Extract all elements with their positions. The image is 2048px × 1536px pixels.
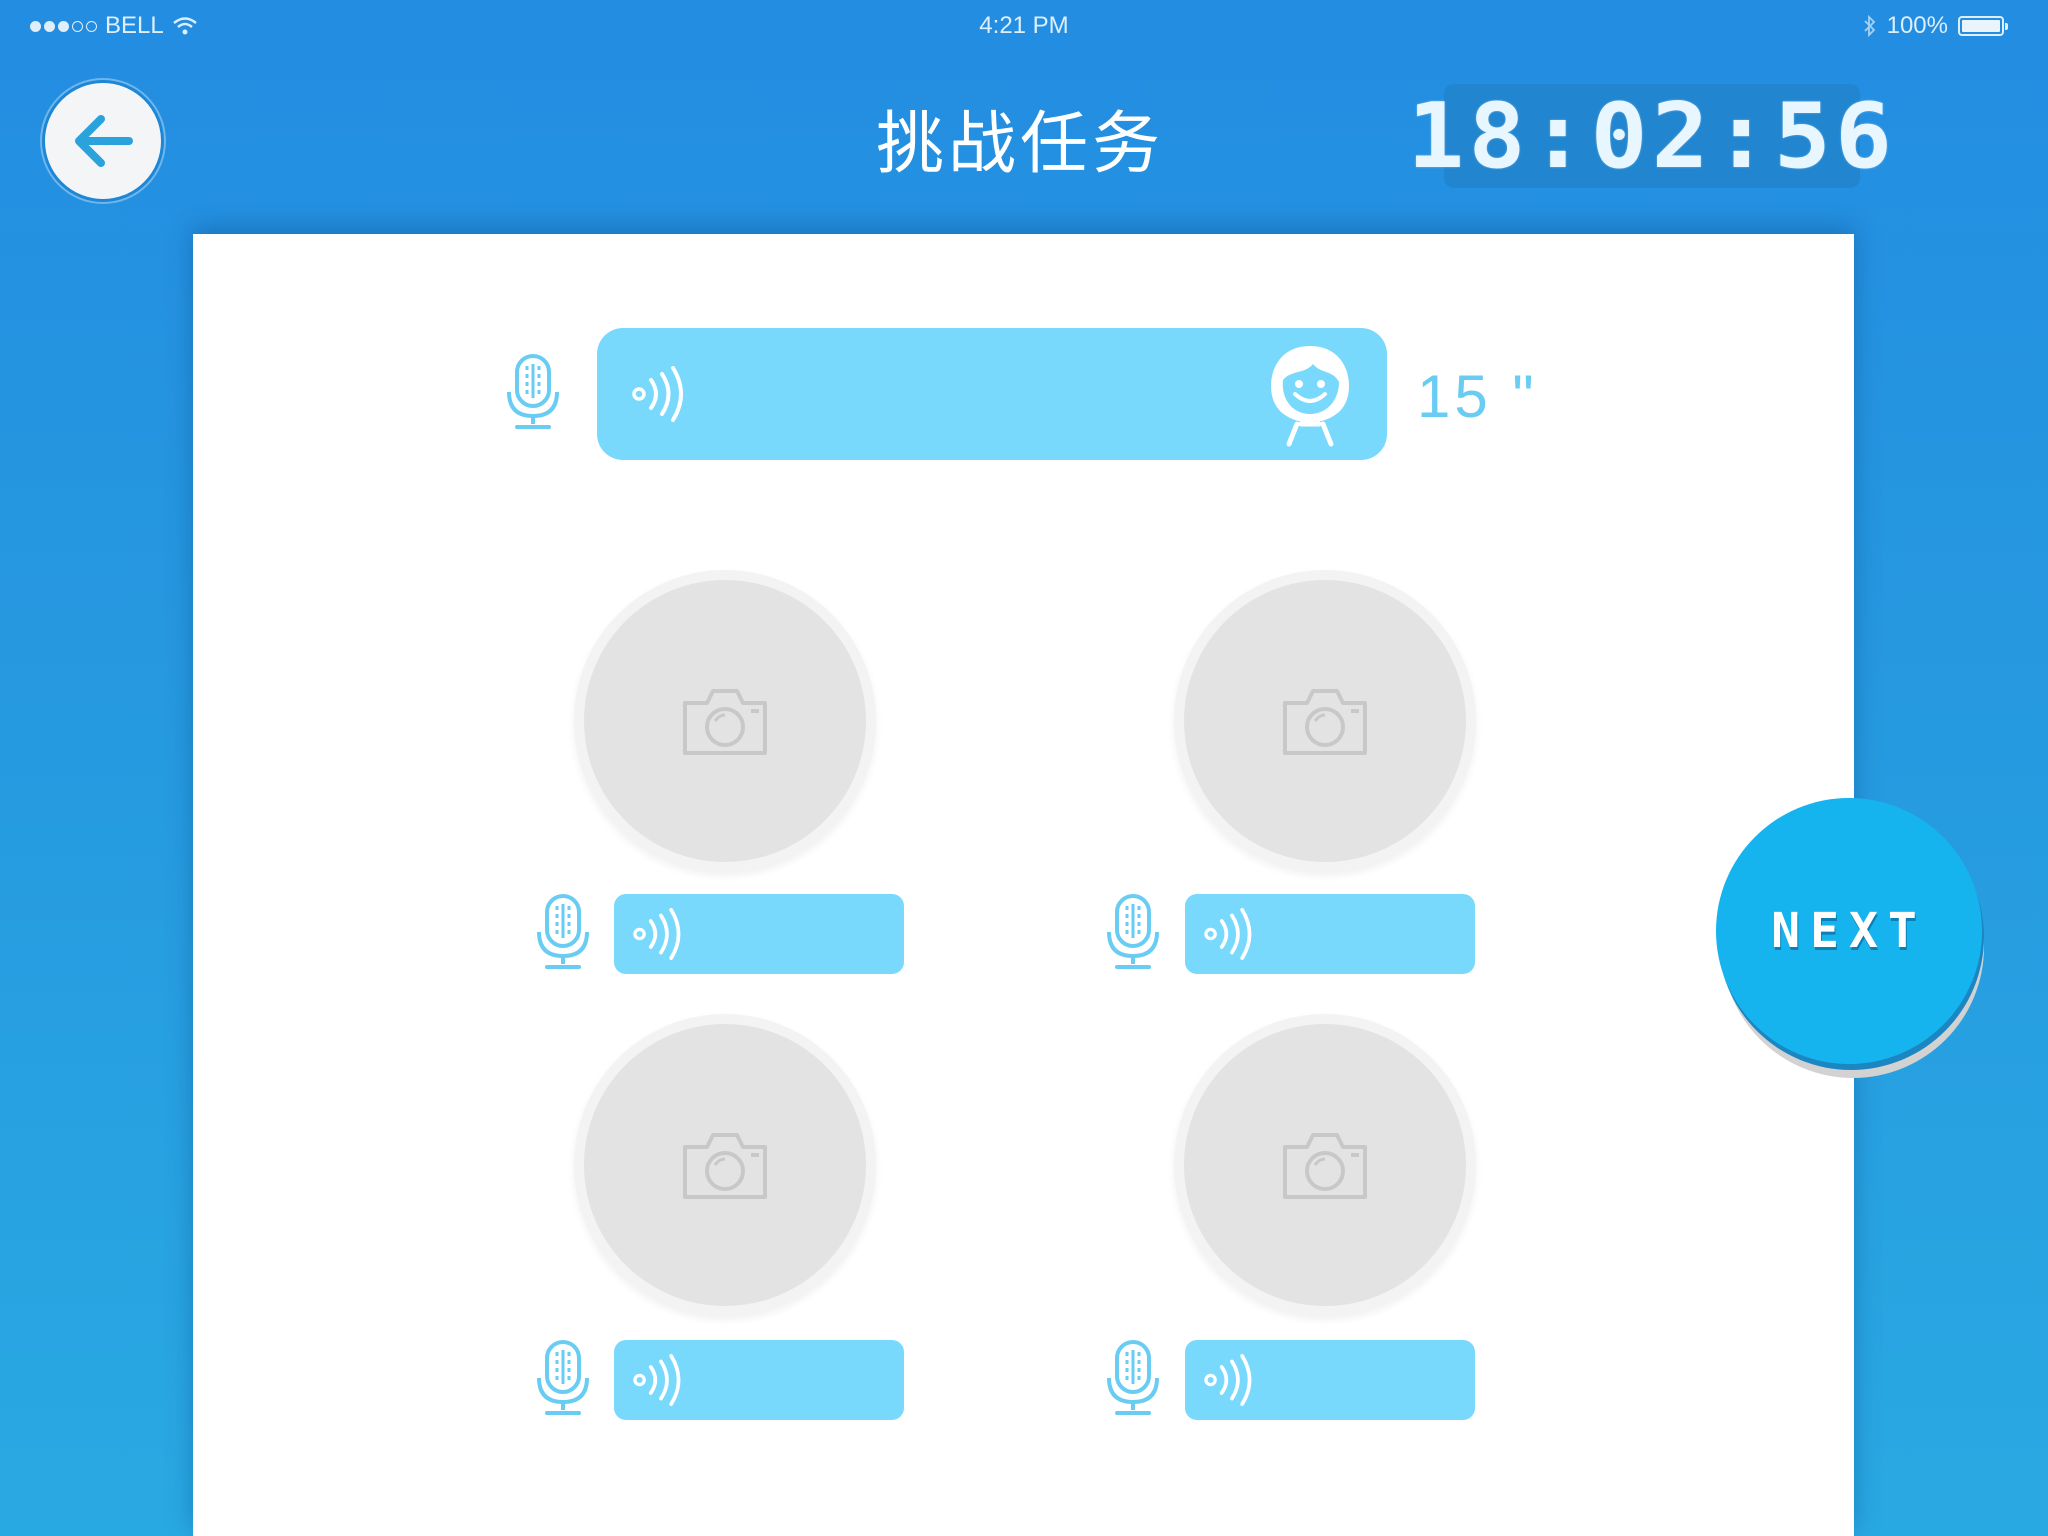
arrow-left-icon — [75, 115, 133, 167]
photo-slot-1[interactable] — [574, 570, 876, 872]
status-right: 100% — [1863, 12, 2008, 40]
battery-icon — [1958, 16, 2008, 36]
sound-waves-icon — [1204, 908, 1252, 960]
microphone-icon[interactable] — [1103, 1338, 1163, 1418]
status-time: 4:21 PM — [979, 12, 1069, 39]
microphone-icon[interactable] — [1103, 892, 1163, 972]
status-bar: BELL 4:21 PM 100% — [0, 0, 2048, 54]
prompt-voice-message[interactable] — [597, 328, 1387, 460]
sound-waves-icon — [1204, 1354, 1252, 1406]
sound-waves-icon — [633, 908, 681, 960]
microphone-icon[interactable] — [533, 892, 593, 972]
prompt-duration: 15 " — [1417, 363, 1538, 430]
timer-text: 18:02:56 — [1407, 83, 1897, 189]
battery-percent: 100% — [1886, 12, 1948, 39]
sound-waves-icon — [632, 366, 683, 422]
challenge-card: 15 " — [193, 234, 1854, 1536]
photo-slot-2[interactable] — [1174, 570, 1476, 872]
voice-message-4[interactable] — [1185, 1340, 1475, 1420]
camera-icon — [1283, 1133, 1367, 1199]
camera-icon — [1283, 689, 1367, 755]
page-title: 挑战任务 — [875, 105, 1164, 184]
girl-face-icon — [1271, 346, 1349, 447]
voice-message-2[interactable] — [1185, 894, 1475, 974]
sound-waves-icon — [633, 1354, 681, 1406]
voice-message-3[interactable] — [614, 1340, 904, 1420]
countdown-timer: 18:02:56 — [1408, 84, 1893, 189]
voice-message-1[interactable] — [614, 894, 904, 974]
back-button[interactable] — [42, 80, 164, 202]
next-button[interactable]: NEXT — [1716, 798, 1982, 1064]
microphone-icon[interactable] — [503, 352, 563, 432]
camera-icon — [683, 1133, 767, 1199]
camera-icon — [683, 689, 767, 755]
photo-slot-3[interactable] — [574, 1014, 876, 1316]
microphone-icon[interactable] — [533, 1338, 593, 1418]
photo-slot-4[interactable] — [1174, 1014, 1476, 1316]
bluetooth-icon — [1863, 15, 1875, 37]
